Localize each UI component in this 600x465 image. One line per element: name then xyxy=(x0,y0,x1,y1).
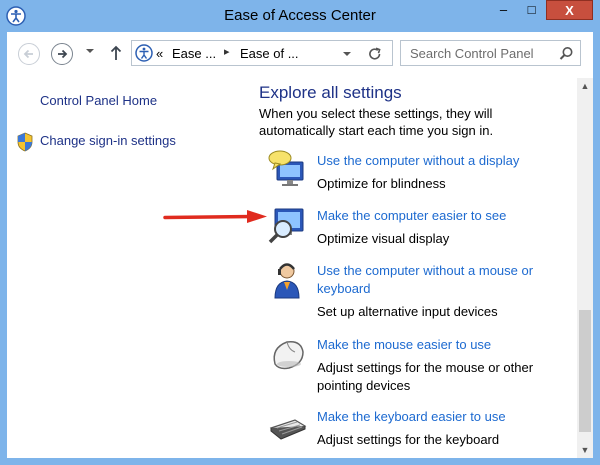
refresh-icon[interactable] xyxy=(365,45,385,63)
uac-shield-icon xyxy=(17,132,33,152)
use-without-mouse-or-keyboard-description: Set up alternative input devices xyxy=(317,304,498,319)
use-without-mouse-or-keyboard-link[interactable]: Use the computer without a mouse or keyb… xyxy=(317,262,557,298)
make-keyboard-easier-description: Adjust settings for the keyboard xyxy=(317,432,500,447)
address-bar[interactable]: « Ease ... ▸ Ease of ... xyxy=(131,40,393,66)
search-icon[interactable] xyxy=(559,46,574,61)
setting-item: Make the computer easier to see Optimize… xyxy=(263,205,563,249)
setting-item: Make the mouse easier to use Adjust sett… xyxy=(263,334,563,396)
use-without-display-description: Optimize for blindness xyxy=(317,176,446,191)
control-panel-icon xyxy=(135,44,153,62)
make-mouse-easier-description: Adjust settings for the mouse or other p… xyxy=(317,360,534,393)
search-input[interactable]: Search Control Panel xyxy=(410,46,534,61)
magnifier-monitor-icon xyxy=(268,208,304,244)
person-headset-icon xyxy=(274,263,300,299)
forward-arrow-icon xyxy=(58,49,68,59)
make-computer-easier-to-see-description: Optimize visual display xyxy=(317,231,450,246)
setting-item: Use the computer without a mouse or keyb… xyxy=(263,260,563,324)
control-panel-home-link[interactable]: Control Panel Home xyxy=(40,93,157,108)
back-arrow-icon xyxy=(23,49,33,59)
recent-pages-chevron-down-icon[interactable] xyxy=(85,47,95,55)
title-bar: Ease of Access Center – □ X xyxy=(0,0,600,32)
maximize-button[interactable]: □ xyxy=(518,0,545,20)
section-description: When you select these settings, they wil… xyxy=(259,106,494,138)
setting-item: Use the computer without a display Optim… xyxy=(263,150,563,194)
scroll-thumb[interactable] xyxy=(579,310,591,432)
breadcrumb-ease-of-access[interactable]: Ease ... xyxy=(172,46,216,61)
minimize-button[interactable]: – xyxy=(490,0,517,20)
navigation-bar: « Ease ... ▸ Ease of ... Search Control … xyxy=(7,32,593,74)
back-button[interactable] xyxy=(18,43,40,65)
make-keyboard-easier-link[interactable]: Make the keyboard easier to use xyxy=(317,408,557,426)
close-button[interactable]: X xyxy=(546,0,593,20)
scroll-down-arrow-icon[interactable]: ▼ xyxy=(577,442,593,458)
breadcrumb-separator[interactable]: ▸ xyxy=(224,45,230,58)
mouse-icon xyxy=(273,340,304,370)
section-title: Explore all settings xyxy=(259,83,402,102)
setting-item: Make the keyboard easier to use Adjust s… xyxy=(263,406,563,450)
make-computer-easier-to-see-link[interactable]: Make the computer easier to see xyxy=(317,207,557,225)
forward-button[interactable] xyxy=(51,43,73,65)
address-overflow-chevron[interactable]: « xyxy=(156,46,163,61)
window: Ease of Access Center – □ X « Ease ... ▸… xyxy=(0,0,600,465)
make-mouse-easier-link[interactable]: Make the mouse easier to use xyxy=(317,336,557,354)
scroll-up-arrow-icon[interactable]: ▲ xyxy=(577,78,593,94)
display-speech-icon xyxy=(268,150,304,186)
keyboard-icon xyxy=(269,419,307,440)
search-box[interactable]: Search Control Panel xyxy=(400,40,581,66)
breadcrumb-ease-of-access-center[interactable]: Ease of ... xyxy=(240,46,299,61)
red-arrow-icon xyxy=(163,210,267,223)
address-history-chevron-down-icon[interactable] xyxy=(342,50,352,58)
client-area: « Ease ... ▸ Ease of ... Search Control … xyxy=(7,32,593,458)
use-without-display-link[interactable]: Use the computer without a display xyxy=(317,152,557,170)
vertical-scrollbar[interactable]: ▲ ▼ xyxy=(577,78,593,458)
change-sign-in-settings-link[interactable]: Change sign-in settings xyxy=(40,133,176,148)
up-arrow-icon[interactable] xyxy=(109,44,123,62)
